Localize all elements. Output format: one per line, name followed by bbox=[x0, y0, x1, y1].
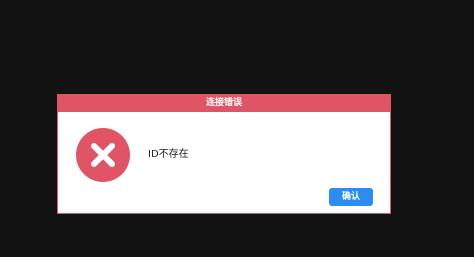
error-x-icon bbox=[76, 128, 130, 182]
dialog-title: 连接错误 bbox=[58, 95, 390, 112]
confirm-button[interactable]: 确认 bbox=[329, 188, 373, 206]
error-dialog: 连接错误 ID不存在 确认 bbox=[57, 94, 391, 214]
error-message: ID不存在 bbox=[148, 149, 189, 160]
screen-background: 连接错误 ID不存在 确认 bbox=[0, 0, 474, 257]
